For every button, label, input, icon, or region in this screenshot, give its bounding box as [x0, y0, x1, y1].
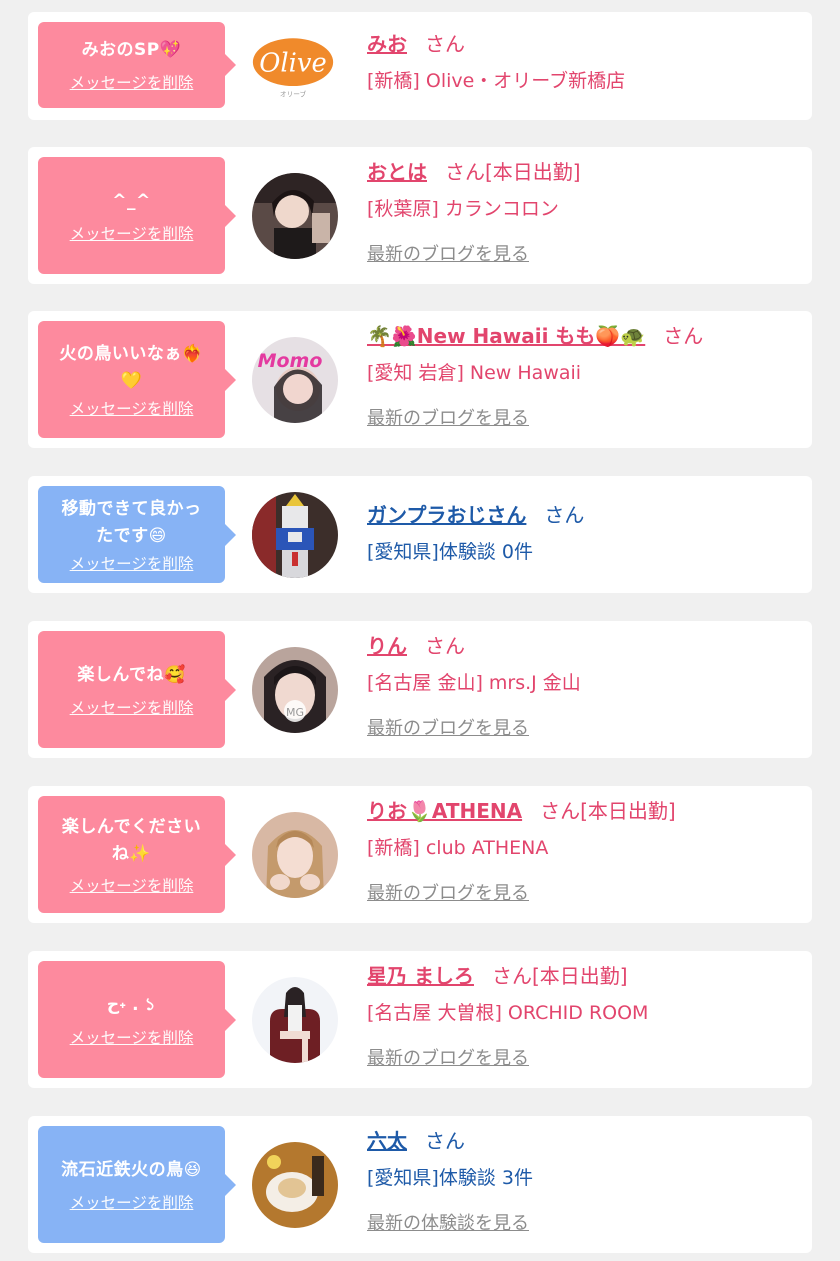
shop-info: [名古屋 金山] mrs.J 金山 [367, 672, 581, 694]
girl-photo-icon [252, 977, 338, 1063]
avatar[interactable] [252, 173, 338, 259]
delete-message-link[interactable]: メッセージを削除 [70, 222, 194, 244]
svg-text:MG: MG [286, 706, 304, 719]
member-info: ガンプラおじさん さん [愛知県]体験談 0件 [367, 501, 802, 566]
message-text: みおのSP💖 [81, 40, 182, 60]
message-text-line1: 火の鳥いいなぁ❤️‍🔥 [59, 343, 204, 364]
member-name-link[interactable]: ガンプラおじさん [367, 503, 526, 527]
name-suffix: さん[本日出勤] [540, 799, 676, 823]
name-suffix: さん [425, 634, 465, 658]
message-text: 楽しんでね🥰 [77, 664, 186, 685]
delete-message-link[interactable]: メッセージを削除 [70, 1191, 194, 1213]
avatar[interactable]: Momo [252, 337, 338, 423]
name-suffix: さん [544, 503, 585, 527]
girl-photo-icon: MG [252, 647, 338, 733]
message-list: みおのSP💖 メッセージを削除 Olive オリーブ みお さん [新橋] Oli… [0, 0, 840, 1261]
member-name-link[interactable]: 六太 [367, 1129, 407, 1153]
gundam-photo-icon [252, 492, 338, 578]
olive-logo-icon: Olive オリーブ [250, 23, 336, 107]
member-info: 六太 さん [愛知県]体験談 3件 最新の体験談を見る [367, 1127, 802, 1237]
member-name-link[interactable]: りん [367, 634, 407, 658]
message-card: ح˖ . ১ メッセージを削除 星乃 ましろ さん[本日出勤] [名古屋 大曽根]… [28, 951, 812, 1088]
girl-photo-icon [252, 173, 338, 259]
svg-text:オリーブ: オリーブ [280, 90, 307, 99]
avatar[interactable] [252, 977, 338, 1063]
message-text: 流石近鉄火の鳥😆 [61, 1159, 202, 1180]
svg-text:Momo: Momo [258, 350, 323, 372]
message-bubble: 楽しんでください ね✨ メッセージを削除 [38, 796, 236, 913]
girl-photo-icon: Momo [252, 337, 338, 423]
message-card: ^_^ メッセージを削除 おとは さん[本日出勤] [秋葉原] カランコロン 最新… [28, 147, 812, 284]
message-bubble: 流石近鉄火の鳥😆 メッセージを削除 [38, 1126, 236, 1243]
delete-message-link[interactable]: メッセージを削除 [70, 874, 194, 896]
svg-text:Olive: Olive [259, 49, 327, 79]
delete-message-link[interactable]: メッセージを削除 [70, 397, 194, 419]
food-photo-icon [252, 1142, 338, 1228]
avatar[interactable] [252, 492, 338, 578]
latest-blog-link[interactable]: 最新のブログを見る [367, 242, 529, 268]
message-card: 楽しんでね🥰 メッセージを削除 MG りん さん [名古屋 金山] mrs.J 金… [28, 621, 812, 758]
name-suffix: さん[本日出勤] [445, 160, 581, 184]
latest-blog-link[interactable]: 最新のブログを見る [367, 716, 529, 742]
message-text-line1: 楽しんでください [61, 816, 202, 837]
message-text: ^_^ [112, 190, 151, 211]
message-bubble: 移動できて良かっ たです😄 メッセージを削除 [38, 486, 236, 583]
shop-info: [愛知 岩倉] New Hawaii [367, 362, 582, 384]
member-name-link[interactable]: りお🌷ATHENA [367, 799, 522, 823]
member-name-link[interactable]: 星乃 ましろ [367, 964, 474, 988]
delete-message-link[interactable]: メッセージを削除 [70, 552, 194, 574]
delete-message-link[interactable]: メッセージを削除 [70, 696, 194, 718]
message-text: ح˖ . ১ [106, 994, 157, 1015]
member-info: りお🌷ATHENA さん[本日出勤] [新橋] club ATHENA 最新のブロ… [367, 797, 802, 907]
latest-blog-link[interactable]: 最新のブログを見る [367, 881, 529, 907]
shop-info: [秋葉原] カランコロン [367, 198, 559, 220]
avatar[interactable]: Olive オリーブ [250, 22, 340, 108]
girl-photo-icon [252, 812, 338, 898]
name-suffix: さん [425, 32, 465, 56]
message-text-line1: 移動できて良かっ [61, 498, 202, 519]
avatar[interactable]: MG [252, 647, 338, 733]
message-text-line2: ね✨ [111, 843, 152, 864]
member-info: 星乃 ましろ さん[本日出勤] [名古屋 大曽根] ORCHID ROOM 最新の… [367, 962, 802, 1072]
message-bubble: ^_^ メッセージを削除 [38, 157, 236, 274]
member-info: 🌴🌺New Hawaii もも🍑🐢 さん [愛知 岩倉] New Hawaii 最… [367, 322, 802, 432]
shop-info: [愛知県]体験談 3件 [367, 1167, 533, 1189]
delete-message-link[interactable]: メッセージを削除 [70, 1026, 194, 1048]
message-card: 流石近鉄火の鳥😆 メッセージを削除 六太 さん [愛知県]体験談 3件 最新の体験… [28, 1116, 812, 1253]
shop-info: [愛知県]体験談 0件 [367, 541, 533, 563]
name-suffix: さん [663, 324, 704, 348]
latest-blog-link[interactable]: 最新のブログを見る [367, 406, 529, 432]
avatar[interactable] [252, 1142, 338, 1228]
name-suffix: さん [425, 1129, 465, 1153]
latest-review-link[interactable]: 最新の体験談を見る [367, 1211, 529, 1237]
member-name-link[interactable]: みお [367, 32, 407, 56]
message-card: みおのSP💖 メッセージを削除 Olive オリーブ みお さん [新橋] Oli… [28, 12, 812, 120]
name-suffix: さん[本日出勤] [491, 964, 628, 988]
delete-message-link[interactable]: メッセージを削除 [70, 71, 194, 93]
member-info: おとは さん[本日出勤] [秋葉原] カランコロン 最新のブログを見る [367, 158, 802, 268]
shop-info: [新橋] Olive・オリーブ新橋店 [367, 70, 626, 92]
message-bubble: ح˖ . ১ メッセージを削除 [38, 961, 236, 1078]
message-card: 楽しんでください ね✨ メッセージを削除 りお🌷ATHENA さん[本日出勤] [… [28, 786, 812, 923]
message-bubble: 楽しんでね🥰 メッセージを削除 [38, 631, 236, 748]
message-text-line2: 💛 [120, 370, 143, 391]
latest-blog-link[interactable]: 最新のブログを見る [367, 1046, 529, 1072]
shop-info: [名古屋 大曽根] ORCHID ROOM [367, 1002, 649, 1024]
message-bubble: 火の鳥いいなぁ❤️‍🔥 💛 メッセージを削除 [38, 321, 236, 438]
avatar[interactable] [252, 812, 338, 898]
member-name-link[interactable]: おとは [367, 160, 427, 184]
shop-info: [新橋] club ATHENA [367, 837, 549, 859]
message-bubble: みおのSP💖 メッセージを削除 [38, 22, 236, 108]
member-name-link[interactable]: 🌴🌺New Hawaii もも🍑🐢 [367, 324, 645, 348]
message-text-line2: たです😄 [96, 525, 167, 546]
member-info: みお さん [新橋] Olive・オリーブ新橋店 [367, 30, 802, 95]
message-card: 移動できて良かっ たです😄 メッセージを削除 ガンプラおじさん さん [愛知県]体… [28, 476, 812, 593]
message-card: 火の鳥いいなぁ❤️‍🔥 💛 メッセージを削除 Momo 🌴🌺New Hawaii… [28, 311, 812, 448]
member-info: りん さん [名古屋 金山] mrs.J 金山 最新のブログを見る [367, 632, 802, 742]
